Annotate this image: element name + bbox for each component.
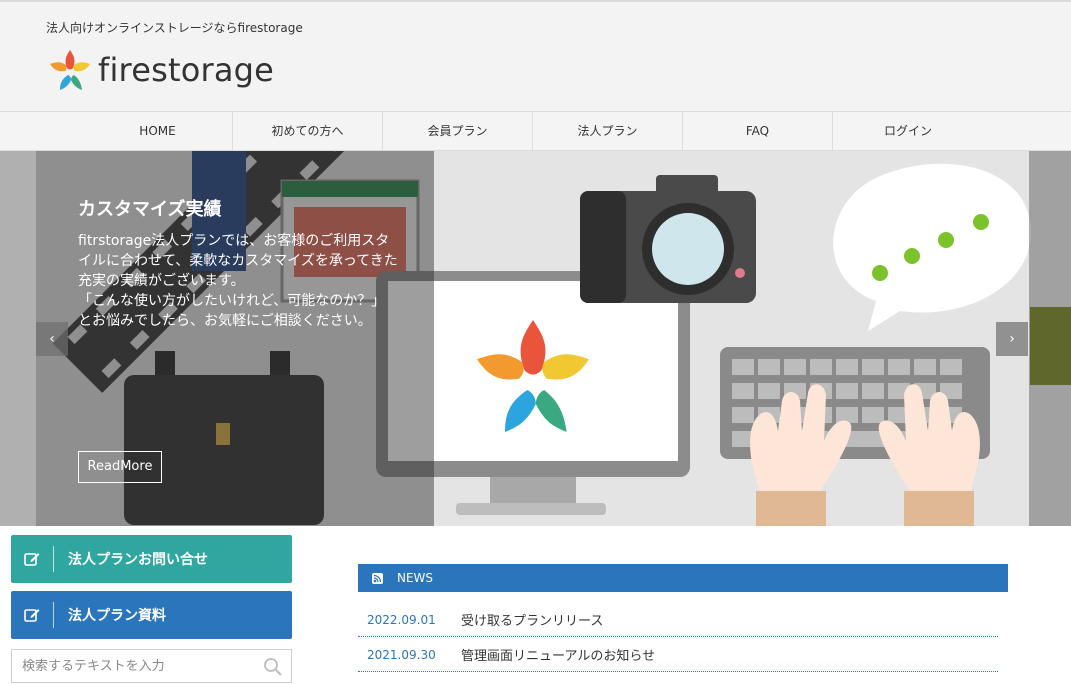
nav-home[interactable]: HOME: [83, 112, 233, 150]
search-box: [11, 649, 292, 683]
news-item[interactable]: 2021.09.30 管理画面リニューアルのお知らせ: [358, 638, 998, 672]
button-divider: [53, 546, 54, 572]
edit-icon: [11, 607, 53, 623]
news-date: 2022.09.01: [367, 612, 436, 627]
news-title[interactable]: 受け取るプランリリース: [461, 610, 603, 629]
rss-icon: [372, 572, 383, 584]
hero-slider: カスタマイズ実績 fitrstorage法人プランでは、お客様のご利用スタイルに…: [0, 151, 1071, 526]
hero-description: fitrstorage法人プランでは、お客様のご利用スタイルに合わせて、柔軟なカ…: [78, 233, 398, 329]
corporate-inquiry-label: 法人プランお問い合せ: [68, 552, 208, 568]
logo-wordmark: firestorage: [98, 51, 275, 89]
corporate-docs-button[interactable]: 法人プラン資料: [11, 591, 292, 639]
hero-prev-slide-edge: [0, 151, 36, 526]
slider-prev-arrow-icon[interactable]: ‹: [36, 322, 68, 356]
site-header: 法人向けオンラインストレージならfirestorage firestorage: [0, 0, 1071, 111]
news-item[interactable]: 2022.09.01 受け取るプランリリース: [358, 603, 998, 637]
site-logo[interactable]: firestorage: [46, 46, 276, 94]
flame-flower-logo-icon: [50, 50, 90, 90]
nav-member-plan[interactable]: 会員プラン: [383, 112, 533, 150]
edit-icon: [11, 551, 53, 567]
slider-next-arrow-icon[interactable]: ›: [996, 322, 1028, 356]
corporate-inquiry-button[interactable]: 法人プランお問い合せ: [11, 535, 292, 583]
main-nav: HOME 初めての方へ 会員プラン 法人プラン FAQ ログイン: [0, 111, 1071, 151]
search-input[interactable]: [12, 650, 252, 682]
search-icon[interactable]: [263, 657, 283, 677]
nav-login[interactable]: ログイン: [833, 112, 983, 150]
site-tagline: 法人向けオンラインストレージならfirestorage: [46, 21, 303, 35]
read-more-button[interactable]: ReadMore: [78, 451, 162, 483]
hero-next-slide-edge: [1029, 151, 1071, 526]
hero-title: カスタマイズ実績: [78, 199, 222, 220]
corporate-docs-label: 法人プラン資料: [68, 608, 166, 624]
button-divider: [53, 602, 54, 628]
news-title[interactable]: 管理画面リニューアルのお知らせ: [461, 645, 655, 664]
news-heading-bar: NEWS: [358, 564, 1008, 592]
nav-corporate-plan[interactable]: 法人プラン: [533, 112, 683, 150]
news-heading: NEWS: [397, 571, 434, 585]
nav-faq[interactable]: FAQ: [683, 112, 833, 150]
news-date: 2021.09.30: [367, 647, 436, 662]
nav-first-time[interactable]: 初めての方へ: [233, 112, 383, 150]
